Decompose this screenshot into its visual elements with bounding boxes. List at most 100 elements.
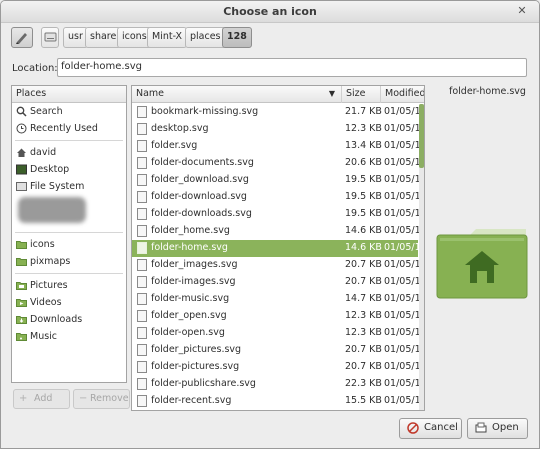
open-button[interactable]: Open bbox=[467, 418, 528, 439]
table-row[interactable]: folder_pictures.svg 20.7 KB 01/05/11 bbox=[132, 342, 424, 359]
file-list-header: Name ▼ Size Modified bbox=[132, 86, 424, 103]
remove-bookmark-button[interactable]: − Remove bbox=[73, 389, 130, 409]
crumb-places[interactable]: places bbox=[185, 27, 226, 48]
preview-image bbox=[436, 229, 528, 299]
cancel-icon bbox=[407, 422, 419, 434]
location-input[interactable]: folder-home.svg bbox=[57, 58, 527, 77]
place-recently-used[interactable]: Recently Used bbox=[12, 120, 126, 137]
place-label: david bbox=[30, 147, 57, 158]
file-name: folder-home.svg bbox=[151, 242, 228, 253]
place-label: Music bbox=[30, 331, 58, 342]
table-row[interactable]: folder_open.svg 12.3 KB 01/05/11 bbox=[132, 308, 424, 325]
table-row[interactable]: folder_images.svg 20.7 KB 01/05/11 bbox=[132, 257, 424, 274]
place-label: Recently Used bbox=[30, 123, 98, 134]
place-videos[interactable]: Videos bbox=[12, 294, 126, 311]
crumb-root-drive[interactable] bbox=[41, 27, 59, 48]
add-icon: + bbox=[19, 393, 28, 404]
file-size: 20.6 KB bbox=[345, 157, 382, 168]
location-label: Location: bbox=[12, 63, 58, 74]
add-bookmark-button[interactable]: + Add bbox=[13, 389, 70, 409]
type-location-button[interactable] bbox=[11, 27, 33, 48]
scrollbar-thumb[interactable] bbox=[419, 104, 424, 168]
file-size: 20.7 KB bbox=[345, 344, 382, 355]
table-row-selected[interactable]: folder-home.svg 14.6 KB 01/05/11 bbox=[132, 240, 424, 257]
file-name: folder-open.svg bbox=[151, 327, 225, 338]
column-header-modified[interactable]: Modified bbox=[381, 86, 424, 103]
place-label: File System bbox=[30, 181, 85, 192]
open-folder-icon bbox=[475, 422, 487, 434]
file-size: 19.5 KB bbox=[345, 208, 382, 219]
file-name: folder-music.svg bbox=[151, 293, 230, 304]
column-header-size[interactable]: Size bbox=[342, 86, 381, 103]
file-size: 12.3 KB bbox=[345, 123, 382, 134]
table-row[interactable]: folder.svg 13.4 KB 01/05/11 bbox=[132, 138, 424, 155]
file-rows: bookmark-missing.svg 21.7 KB 01/05/11 deskt… bbox=[132, 104, 424, 410]
crumb-mint-x[interactable]: Mint-X bbox=[147, 27, 188, 48]
file-size: 21.7 KB bbox=[345, 106, 382, 117]
svg-file-icon bbox=[137, 106, 147, 118]
crumb-128[interactable]: 128 bbox=[222, 27, 252, 48]
file-name: folder_images.svg bbox=[151, 259, 238, 270]
crumb-share[interactable]: share bbox=[85, 27, 122, 48]
table-row[interactable]: folder-downloads.svg 19.5 KB 01/05/11 bbox=[132, 206, 424, 223]
file-size: 20.7 KB bbox=[345, 361, 382, 372]
column-header-name[interactable]: Name ▼ bbox=[132, 86, 342, 103]
place-label: Desktop bbox=[30, 164, 70, 175]
place-icons[interactable]: icons bbox=[12, 236, 126, 253]
file-name: bookmark-missing.svg bbox=[151, 106, 259, 117]
place-pixmaps[interactable]: pixmaps bbox=[12, 253, 126, 270]
remove-label: Remove bbox=[90, 393, 129, 404]
table-row[interactable]: bookmark-missing.svg 21.7 KB 01/05/11 bbox=[132, 104, 424, 121]
file-name: folder-recent.svg bbox=[151, 395, 232, 406]
place-music[interactable]: Music bbox=[12, 328, 126, 345]
table-row[interactable]: folder-pictures.svg 20.7 KB 01/05/11 bbox=[132, 359, 424, 376]
table-row[interactable]: folder-music.svg 14.7 KB 01/05/11 bbox=[132, 291, 424, 308]
remove-icon: − bbox=[79, 393, 88, 404]
place-downloads[interactable]: Downloads bbox=[12, 311, 126, 328]
places-separator bbox=[15, 140, 123, 141]
table-row[interactable]: folder-publicshare.svg 22.3 KB 01/05/11 bbox=[132, 376, 424, 393]
file-name: folder-images.svg bbox=[151, 276, 236, 287]
redacted-drive-entries bbox=[12, 197, 126, 229]
svg-file-icon bbox=[137, 242, 147, 254]
file-name: folder_home.svg bbox=[151, 225, 230, 236]
vertical-scrollbar[interactable] bbox=[419, 104, 424, 410]
folder-icon bbox=[16, 239, 27, 250]
table-row[interactable]: folder_home.svg 14.6 KB 01/05/11 bbox=[132, 223, 424, 240]
table-row[interactable]: folder-recent.svg 15.5 KB 01/05/11 bbox=[132, 393, 424, 410]
sort-descending-icon: ▼ bbox=[328, 89, 335, 98]
file-size: 14.6 KB bbox=[345, 225, 382, 236]
folder-icon bbox=[16, 256, 27, 267]
file-size: 19.5 KB bbox=[345, 191, 382, 202]
table-row[interactable]: folder_download.svg 19.5 KB 01/05/11 bbox=[132, 172, 424, 189]
file-size: 20.7 KB bbox=[345, 259, 382, 270]
table-row[interactable]: folder-open.svg 12.3 KB 01/05/11 bbox=[132, 325, 424, 342]
search-icon bbox=[16, 106, 27, 117]
place-desktop[interactable]: Desktop bbox=[12, 161, 126, 178]
place-label: Pictures bbox=[30, 280, 68, 291]
place-search[interactable]: Search bbox=[12, 103, 126, 120]
place-home[interactable]: david bbox=[12, 144, 126, 161]
cancel-button[interactable]: Cancel bbox=[399, 418, 462, 439]
svg-file-icon bbox=[137, 174, 147, 186]
place-pictures[interactable]: Pictures bbox=[12, 277, 126, 294]
svg-file-icon bbox=[137, 208, 147, 220]
table-row[interactable]: desktop.svg 12.3 KB 01/05/11 bbox=[132, 121, 424, 138]
table-row[interactable]: folder-download.svg 19.5 KB 01/05/11 bbox=[132, 189, 424, 206]
place-file-system[interactable]: File System bbox=[12, 178, 126, 195]
file-size: 12.3 KB bbox=[345, 327, 382, 338]
file-name: folder_pictures.svg bbox=[151, 344, 242, 355]
cancel-label: Cancel bbox=[424, 422, 458, 433]
svg-file-icon bbox=[137, 344, 147, 356]
folder-music-icon bbox=[16, 331, 27, 342]
places-header[interactable]: Places bbox=[12, 86, 126, 103]
table-row[interactable]: folder-documents.svg 20.6 KB 01/05/11 bbox=[132, 155, 424, 172]
svg-file-icon bbox=[137, 140, 147, 152]
folder-videos-icon bbox=[16, 297, 27, 308]
svg-file-icon bbox=[137, 157, 147, 169]
close-icon[interactable]: ✕ bbox=[515, 4, 529, 18]
svg-file-icon bbox=[137, 361, 147, 373]
file-size: 14.6 KB bbox=[345, 242, 382, 253]
place-label: pixmaps bbox=[30, 256, 71, 267]
table-row[interactable]: folder-images.svg 20.7 KB 01/05/11 bbox=[132, 274, 424, 291]
